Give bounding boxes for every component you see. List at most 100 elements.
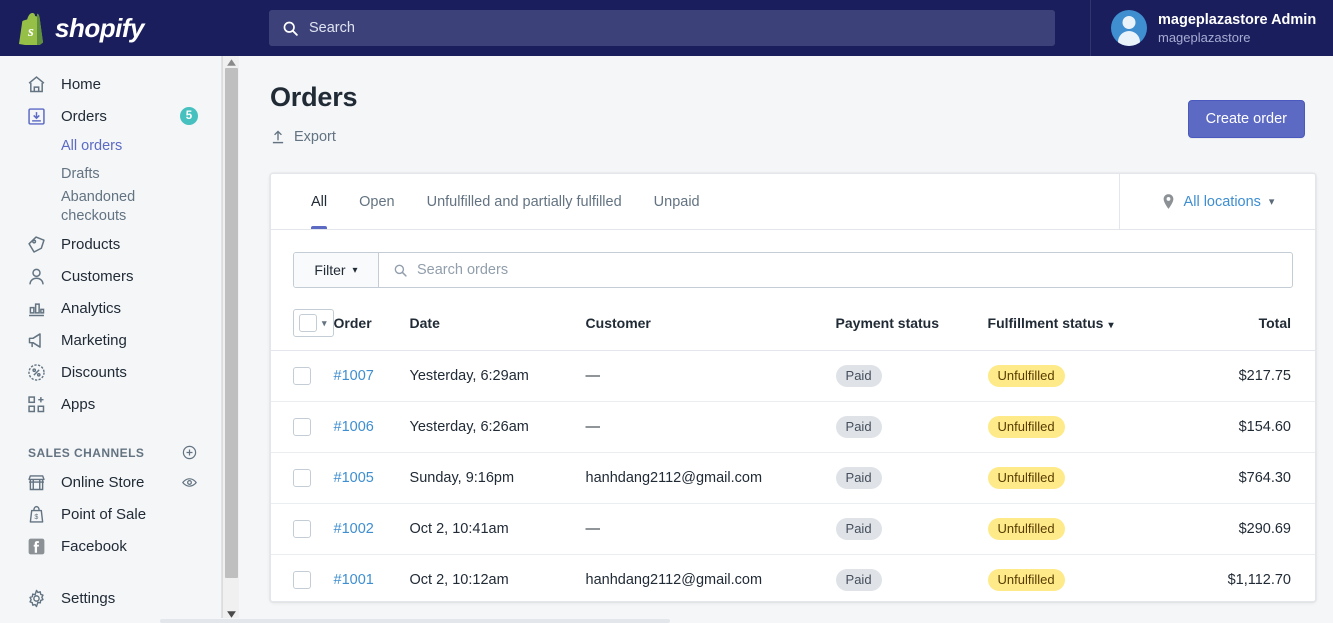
sidebar-item-label: Customers	[61, 267, 134, 285]
eye-icon[interactable]	[181, 474, 198, 491]
sidebar-item-label: Analytics	[61, 299, 122, 317]
fulfillment-status-badge: Unfulfilled	[987, 416, 1065, 438]
table-header-row: ▾ Order Date Customer Payment status Ful…	[271, 300, 1315, 351]
sidebar-item-products[interactable]: Products	[0, 228, 221, 260]
chevron-down-icon: ▾	[352, 264, 358, 276]
row-checkbox[interactable]	[293, 520, 311, 538]
sidebar-item-label: Settings	[61, 589, 116, 607]
cell-total: $290.69	[1189, 503, 1315, 555]
cell-order: #1007	[333, 350, 410, 402]
table-row[interactable]: #1007 Yesterday, 6:29am — Paid Unfulfill…	[271, 350, 1315, 402]
discount-percent-icon	[28, 363, 45, 381]
avatar	[1111, 10, 1147, 46]
home-icon	[28, 75, 45, 92]
row-checkbox[interactable]	[293, 571, 311, 589]
horizontal-scrollbar-thumb[interactable]	[160, 619, 670, 623]
sidebar-item-apps[interactable]: Apps	[0, 388, 221, 420]
cell-customer: —	[585, 350, 836, 402]
column-header-order[interactable]: Order	[333, 300, 410, 351]
sidebar-item-analytics[interactable]: Analytics	[0, 292, 221, 324]
all-locations-dropdown[interactable]: All locations ▾	[1119, 174, 1315, 229]
cell-fulfillment-status: Unfulfilled	[987, 555, 1190, 602]
search-orders-placeholder: Search orders	[417, 262, 509, 278]
global-search-input[interactable]: Search	[269, 10, 1055, 46]
payment-status-badge: Paid	[835, 365, 882, 387]
tab-open[interactable]: Open	[343, 174, 410, 229]
sidebar-scrollbar[interactable]	[222, 56, 239, 623]
table-row[interactable]: #1002 Oct 2, 10:41am — Paid Unfulfilled …	[271, 503, 1315, 555]
cell-payment-status: Paid	[835, 350, 988, 402]
orders-inbox-icon	[28, 107, 45, 125]
tab-all[interactable]: All	[295, 174, 343, 229]
create-order-button[interactable]: Create order	[1187, 100, 1305, 138]
table-row[interactable]: #1001 Oct 2, 10:12am hanhdang2112@gmail.…	[271, 555, 1315, 602]
column-header-fulfillment-status[interactable]: Fulfillment status ▾	[987, 300, 1190, 351]
sidebar-subitem-drafts[interactable]: Drafts	[0, 160, 221, 188]
column-header-payment-status[interactable]: Payment status	[835, 300, 988, 351]
sidebar-item-home[interactable]: Home	[0, 68, 221, 100]
search-orders-input[interactable]: Search orders	[379, 253, 1292, 287]
cell-date: Sunday, 9:16pm	[409, 452, 586, 504]
horizontal-scrollbar[interactable]	[0, 618, 1333, 623]
sidebar-subitem-abandoned-checkouts[interactable]: Abandoned checkouts	[0, 188, 221, 228]
svg-text:$: $	[34, 513, 38, 520]
cell-order: #1005	[333, 452, 410, 504]
column-header-date[interactable]: Date	[409, 300, 586, 351]
row-checkbox-cell	[271, 350, 334, 402]
cell-fulfillment-status: Unfulfilled	[987, 452, 1190, 504]
order-link[interactable]: #1006	[334, 419, 374, 435]
select-all-checkbox[interactable]	[299, 314, 317, 332]
order-link[interactable]: #1001	[334, 572, 374, 588]
cell-fulfillment-status: Unfulfilled	[987, 503, 1190, 555]
scroll-up-arrow-icon[interactable]	[226, 57, 237, 68]
order-link[interactable]: #1005	[334, 470, 374, 486]
search-icon	[394, 264, 407, 277]
row-checkbox[interactable]	[293, 418, 311, 436]
sidebar-item-label: Products	[61, 235, 121, 253]
tab-label: Unpaid	[653, 193, 700, 210]
facebook-icon	[28, 538, 45, 554]
plus-circle-icon[interactable]	[181, 444, 198, 461]
column-header-customer[interactable]: Customer	[585, 300, 836, 351]
sidebar-item-marketing[interactable]: Marketing	[0, 324, 221, 356]
tabs-row: All Open Unfulfilled and partially fulfi…	[271, 174, 1315, 230]
search-icon	[283, 21, 298, 36]
order-link[interactable]: #1002	[334, 521, 374, 537]
sidebar-item-discounts[interactable]: Discounts	[0, 356, 221, 388]
tab-unfulfilled-and-partially-fulfilled[interactable]: Unfulfilled and partially fulfilled	[411, 174, 638, 229]
sidebar-item-customers[interactable]: Customers	[0, 260, 221, 292]
row-checkbox[interactable]	[293, 367, 311, 385]
pos-bag-icon: $	[29, 505, 44, 523]
megaphone-icon	[28, 332, 41, 348]
tab-unpaid[interactable]: Unpaid	[638, 174, 716, 229]
sidebar-subitem-all-orders[interactable]: All orders	[0, 132, 221, 160]
filter-dropdown-button[interactable]: Filter ▾	[294, 253, 379, 287]
payment-status-badge: Paid	[835, 467, 882, 489]
sidebar-item-orders[interactable]: Orders 5	[0, 100, 221, 132]
filter-label: Filter	[314, 262, 346, 278]
sidebar-item-facebook[interactable]: Facebook	[0, 530, 221, 562]
table-row[interactable]: #1006 Yesterday, 6:26am — Paid Unfulfill…	[271, 401, 1315, 453]
user-menu[interactable]: mageplazastore Admin mageplazastore	[1090, 0, 1333, 56]
cell-customer: hanhdang2112@gmail.com	[585, 452, 836, 504]
cell-customer: —	[585, 503, 836, 555]
select-all-checkbox-dropdown[interactable]: ▾	[293, 309, 334, 337]
sales-channels-section-header: SALES CHANNELS	[0, 440, 221, 466]
cell-fulfillment-status: Unfulfilled	[987, 401, 1190, 453]
main-content: Orders Export Create order All Open Unfu…	[240, 56, 1333, 623]
tab-label: Unfulfilled and partially fulfilled	[426, 193, 622, 210]
row-checkbox[interactable]	[293, 469, 311, 487]
sidebar-scrollbar-thumb[interactable]	[225, 68, 238, 578]
export-button[interactable]: Export	[270, 129, 336, 145]
sidebar-item-settings[interactable]: Settings	[0, 582, 221, 614]
sidebar-item-point-of-sale[interactable]: $ Point of Sale	[0, 498, 221, 530]
person-icon	[29, 268, 44, 284]
sidebar-item-label: Orders	[61, 107, 107, 125]
shopify-bag-logo-icon: s	[19, 12, 43, 45]
shopify-logo[interactable]: s shopify	[0, 0, 240, 56]
column-header-total[interactable]: Total	[1189, 300, 1315, 351]
order-link[interactable]: #1007	[334, 368, 374, 384]
sidebar-item-label: Facebook	[61, 537, 127, 555]
table-row[interactable]: #1005 Sunday, 9:16pm hanhdang2112@gmail.…	[271, 452, 1315, 504]
sidebar-item-online-store[interactable]: Online Store	[0, 466, 221, 498]
